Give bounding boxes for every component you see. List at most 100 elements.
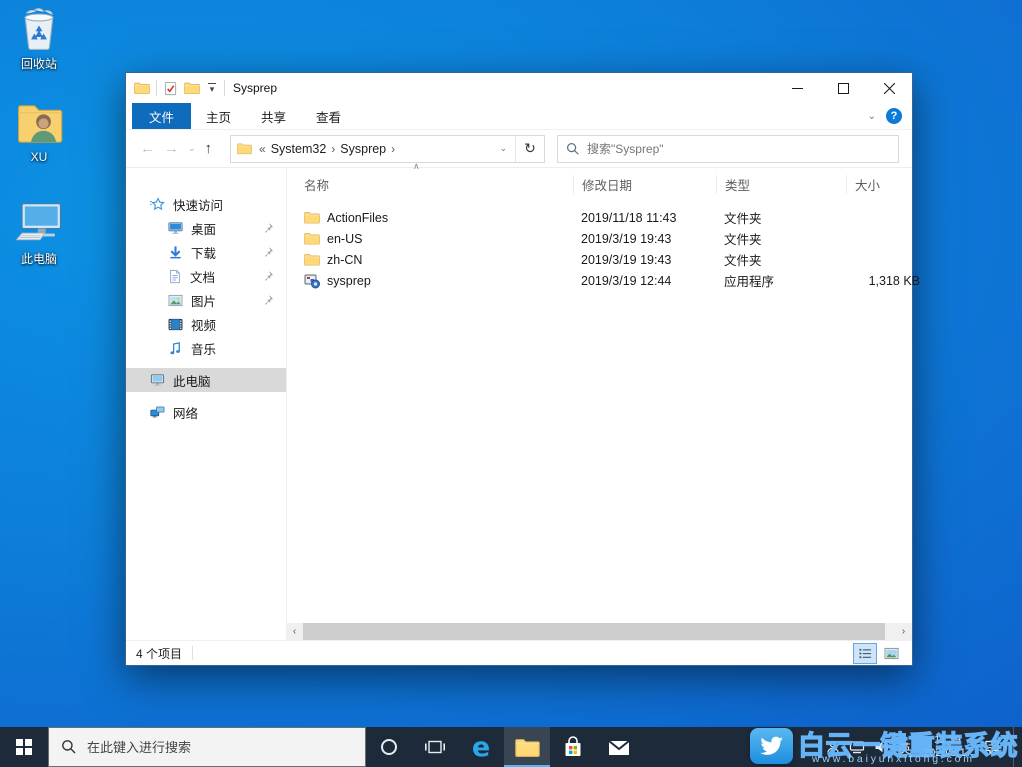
items-count: 4 个项目 [136, 645, 182, 662]
taskbar-mail-button[interactable] [596, 727, 642, 767]
desktop-icon-recycle-bin[interactable]: 回收站 [0, 6, 78, 72]
column-header-type[interactable]: 类型 [716, 175, 846, 194]
sidebar-item-network[interactable]: 网络 [126, 400, 286, 424]
file-date: 2019/11/18 11:43 [573, 211, 716, 225]
mail-icon [607, 737, 631, 757]
document-icon [168, 269, 182, 284]
taskbar-search-box[interactable] [48, 727, 366, 767]
properties-icon[interactable] [163, 81, 178, 96]
details-view-button[interactable] [854, 644, 876, 663]
clock-time: 11:39 [923, 734, 972, 747]
action-center-icon[interactable] [984, 739, 1000, 755]
touch-keyboard-icon[interactable] [849, 740, 865, 754]
cortana-icon [380, 738, 398, 756]
edge-icon: e [472, 734, 490, 761]
up-button[interactable]: ↑ [205, 141, 213, 156]
folder-icon [304, 253, 320, 266]
file-row-zh-cn[interactable]: zh-CN 2019/3/19 19:43 文件夹 [287, 249, 912, 270]
expand-ribbon-icon[interactable]: ⌄ [868, 111, 876, 122]
file-name: zh-CN [327, 253, 362, 267]
horizontal-scrollbar[interactable]: ‹ › [286, 623, 912, 640]
pin-icon [262, 294, 274, 306]
close-button[interactable] [866, 73, 912, 103]
address-dropdown-icon[interactable]: ⌄ [491, 143, 515, 154]
file-row-en-us[interactable]: en-US 2019/3/19 19:43 文件夹 [287, 228, 912, 249]
address-bar-row: ← → ⌄ ↑ « System32 › Sysprep › ⌄ ↻ [126, 130, 912, 168]
taskbar-search-input[interactable] [87, 740, 353, 755]
ribbon-tabs: 文件 主页 共享 查看 ⌄ ? [126, 103, 912, 130]
sidebar-item-pictures[interactable]: 图片 [126, 288, 286, 312]
file-row-actionfiles[interactable]: ActionFiles 2019/11/18 11:43 文件夹 [287, 207, 912, 228]
title-bar[interactable]: ▾ Sysprep [126, 73, 912, 103]
desktop-icon-user-folder[interactable]: XU [0, 101, 78, 164]
scroll-right-icon[interactable]: › [895, 626, 912, 637]
forward-button[interactable]: → [164, 141, 179, 156]
people-icon[interactable] [826, 740, 840, 754]
show-desktop-button[interactable] [1013, 727, 1020, 767]
quick-access-toolbar: ▾ [126, 80, 225, 96]
sidebar-item-videos[interactable]: 视频 [126, 312, 286, 336]
status-separator [192, 646, 193, 660]
tab-share[interactable]: 共享 [246, 103, 301, 129]
column-header-name[interactable]: ∧ 名称 [301, 175, 573, 194]
file-date: 2019/3/19 12:44 [573, 274, 716, 288]
volume-icon[interactable] [874, 740, 890, 754]
application-icon [304, 273, 320, 289]
sidebar-item-label: 图片 [191, 291, 216, 310]
breadcrumb-overflow[interactable]: « [257, 142, 268, 156]
toolbar-separator [156, 80, 157, 96]
sidebar-item-this-pc[interactable]: 此电脑 [126, 368, 286, 392]
column-header-size[interactable]: 大小 [846, 175, 934, 194]
minimize-button[interactable] [774, 73, 820, 103]
scroll-left-icon[interactable]: ‹ [286, 626, 303, 637]
this-pc-icon [150, 373, 165, 387]
clock-date: 2020/8/17 [923, 747, 972, 760]
help-button[interactable]: ? [886, 108, 902, 124]
chevron-right-icon[interactable]: › [389, 142, 397, 156]
sidebar-item-music[interactable]: 音乐 [126, 336, 286, 360]
sidebar-item-desktop[interactable]: 桌面 [126, 216, 286, 240]
large-icons-view-button[interactable] [880, 644, 902, 663]
tab-file[interactable]: 文件 [132, 103, 191, 129]
address-bar[interactable]: « System32 › Sysprep › ⌄ ↻ [230, 135, 545, 163]
cortana-button[interactable] [366, 727, 412, 767]
taskbar: e 英 11:39 2020/8/17 [0, 727, 1022, 767]
tab-home[interactable]: 主页 [191, 103, 246, 129]
file-row-sysprep[interactable]: sysprep 2019/3/19 12:44 应用程序 1,318 KB [287, 270, 912, 291]
back-button[interactable]: ← [140, 141, 155, 156]
file-name: ActionFiles [327, 211, 388, 225]
customize-toolbar-dropdown-icon[interactable]: ▾ [206, 83, 218, 94]
new-folder-icon[interactable] [184, 81, 200, 95]
chevron-right-icon[interactable]: › [329, 142, 337, 156]
recent-locations-icon[interactable]: ⌄ [188, 143, 196, 154]
explorer-search-input[interactable] [587, 142, 890, 156]
maximize-button[interactable] [820, 73, 866, 103]
start-button[interactable] [0, 727, 48, 767]
taskbar-clock[interactable]: 11:39 2020/8/17 [920, 734, 975, 760]
taskbar-file-explorer-button[interactable] [504, 727, 550, 767]
taskbar-edge-button[interactable]: e [458, 727, 504, 767]
sidebar-item-label: 快速访问 [173, 195, 223, 214]
file-type: 文件夹 [716, 208, 846, 227]
sidebar-item-documents[interactable]: 文档 [126, 264, 286, 288]
pin-icon [262, 246, 274, 258]
file-type: 文件夹 [716, 250, 846, 269]
file-type: 应用程序 [716, 271, 846, 290]
desktop-icon [168, 221, 183, 235]
column-header-date-modified[interactable]: 修改日期 [573, 175, 716, 194]
task-view-button[interactable] [412, 727, 458, 767]
breadcrumb: « System32 › Sysprep › ⌄ [231, 136, 515, 162]
refresh-button[interactable]: ↻ [515, 136, 544, 162]
ime-indicator[interactable]: 英 [899, 738, 912, 757]
tab-view[interactable]: 查看 [301, 103, 356, 129]
desktop-icon-this-pc[interactable]: 此电脑 [0, 201, 78, 267]
sidebar-item-quick-access[interactable]: 快速访问 [126, 192, 286, 216]
close-icon [884, 83, 895, 94]
scrollbar-thumb[interactable] [303, 623, 885, 640]
explorer-search-box[interactable] [557, 135, 899, 163]
taskbar-store-button[interactable] [550, 727, 596, 767]
explorer-window: ▾ Sysprep 文件 主页 共享 查看 ⌄ [125, 72, 913, 666]
sidebar-item-downloads[interactable]: 下载 [126, 240, 286, 264]
breadcrumb-item-sysprep[interactable]: Sysprep [337, 142, 389, 156]
breadcrumb-item-system32[interactable]: System32 [268, 142, 330, 156]
